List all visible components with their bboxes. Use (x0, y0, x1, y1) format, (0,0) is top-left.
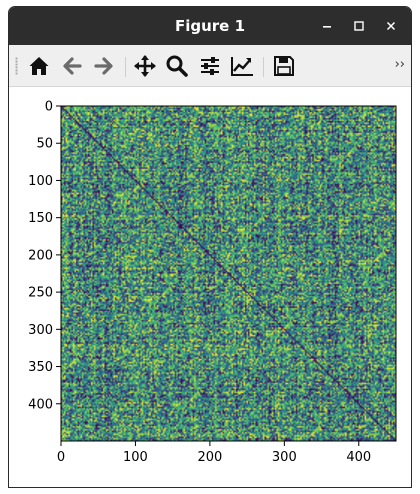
title-bar: Figure 1 (9, 7, 411, 45)
x-tick-label: 400 (346, 450, 371, 465)
toolbar-grip[interactable] (15, 57, 18, 75)
heatmap-image[interactable] (61, 106, 396, 441)
forward-button[interactable] (91, 53, 117, 79)
zoom-button[interactable] (164, 53, 190, 79)
y-tick-label: 100 (28, 174, 53, 189)
pan-button[interactable] (132, 53, 158, 79)
close-icon (386, 21, 396, 31)
heatmap-plot[interactable]: 0 100 200 300 400 0 50 100 150 200 250 300 350 400 (9, 87, 411, 487)
toolbar-separator (263, 57, 264, 77)
figure-window: Figure 1 ›› 0 100 200 300 400 0 50 100 1… (8, 6, 412, 488)
close-button[interactable] (381, 16, 401, 36)
x-tick-label: 100 (123, 450, 148, 465)
y-tick-label: 150 (28, 211, 53, 226)
y-tick-label: 400 (28, 397, 53, 412)
pan-move-icon (134, 55, 156, 77)
configure-subplots-icon (201, 57, 219, 75)
x-axis: 0 100 200 300 400 (57, 441, 371, 465)
x-tick-label: 200 (197, 450, 222, 465)
figure-canvas[interactable]: 0 100 200 300 400 0 50 100 150 200 250 300 350 400 (9, 87, 411, 487)
save-button[interactable] (271, 53, 297, 79)
y-tick-label: 250 (28, 286, 53, 301)
y-tick-label: 300 (28, 323, 53, 338)
edit-axis-line-icon (231, 57, 253, 76)
home-button[interactable] (26, 53, 52, 79)
navigation-toolbar: ›› (9, 45, 411, 87)
home-icon (29, 57, 49, 75)
y-tick-label: 50 (36, 137, 53, 152)
x-tick-label: 300 (272, 450, 297, 465)
minimize-button[interactable] (317, 16, 337, 36)
y-axis: 0 50 100 150 200 250 300 350 400 (28, 100, 61, 412)
toolbar-overflow-button[interactable]: ›› (395, 57, 405, 72)
y-tick-label: 350 (28, 360, 53, 375)
maximize-button[interactable] (349, 16, 369, 36)
forward-arrow-icon (94, 57, 113, 75)
save-disk-icon (274, 56, 294, 76)
toolbar-separator (125, 57, 126, 77)
y-tick-label: 200 (28, 248, 53, 263)
minimize-icon (323, 26, 331, 28)
x-tick-label: 0 (57, 450, 65, 465)
back-arrow-icon (63, 57, 82, 75)
zoom-magnifier-icon (166, 55, 188, 77)
maximize-icon (354, 21, 364, 31)
back-button[interactable] (59, 53, 85, 79)
y-tick-label: 0 (45, 100, 53, 115)
edit-axis-button[interactable] (229, 53, 255, 79)
configure-subplots-button[interactable] (197, 53, 223, 79)
